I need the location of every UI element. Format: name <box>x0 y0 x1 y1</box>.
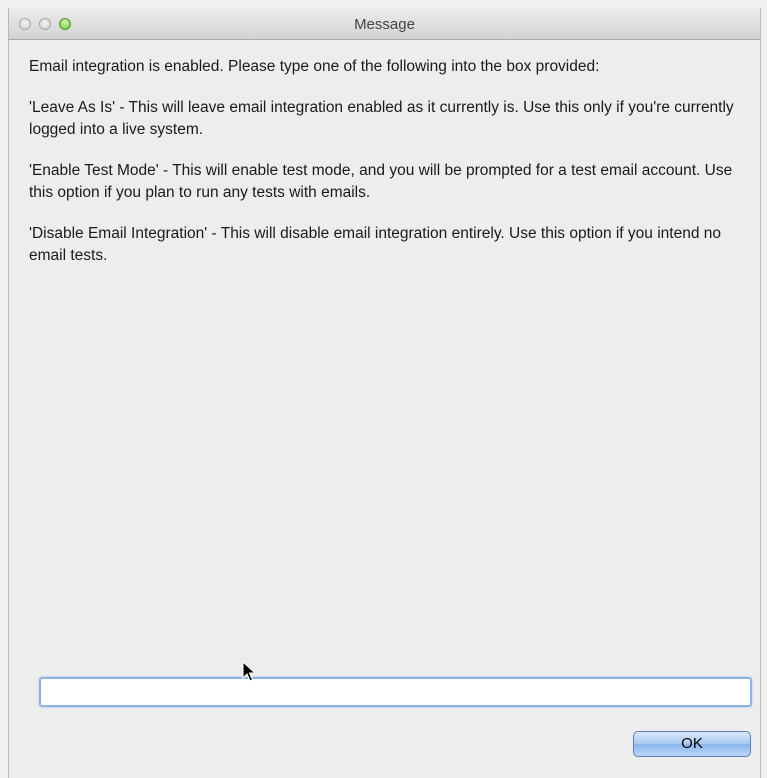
message-dialog: Message Email integration is enabled. Pl… <box>8 8 761 778</box>
ok-button[interactable]: OK <box>633 731 751 757</box>
mouse-pointer-icon <box>242 661 256 682</box>
option-disable-email-integration: 'Disable Email Integration' - This will … <box>29 225 721 264</box>
message-intro: Email integration is enabled. Please typ… <box>29 58 600 75</box>
window-title: Message <box>354 16 415 33</box>
option-enable-test-mode: 'Enable Test Mode' - This will enable te… <box>29 162 733 201</box>
message-body: Email integration is enabled. Please typ… <box>29 56 741 286</box>
response-input[interactable] <box>39 677 752 707</box>
title-bar: Message <box>9 8 760 40</box>
option-leave-as-is: 'Leave As Is' - This will leave email in… <box>29 99 734 138</box>
